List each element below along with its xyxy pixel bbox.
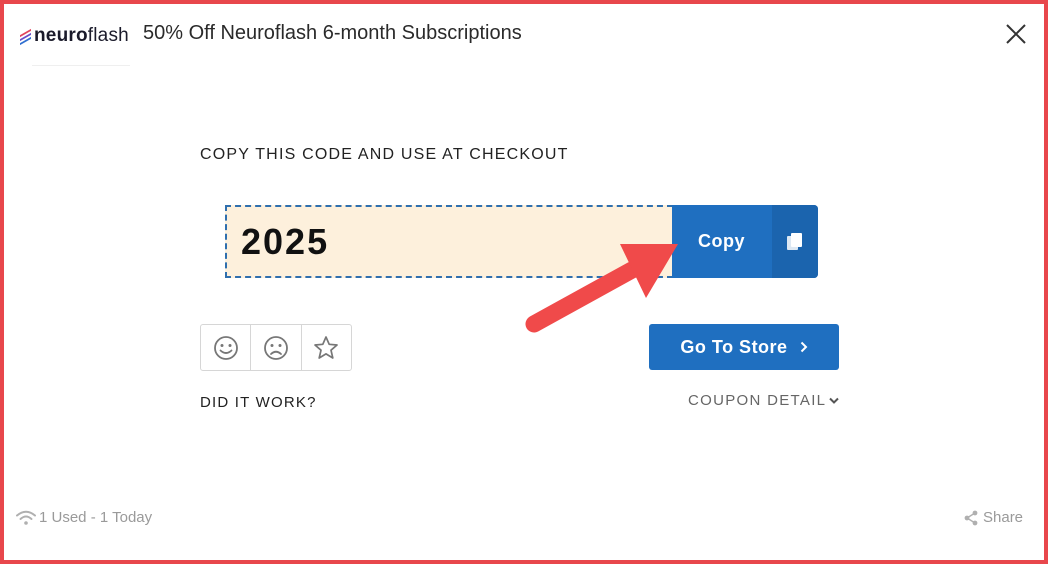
coupon-code-box[interactable]: 2025 [225, 205, 673, 278]
feedback-buttons [200, 324, 352, 371]
did-it-work-label: DID IT WORK? [200, 394, 317, 411]
share-label: Share [983, 509, 1024, 526]
copy-icon-wrap [772, 205, 818, 278]
coupon-code: 2025 [241, 220, 330, 262]
share-icon [964, 510, 978, 526]
share-button[interactable]: Share [964, 509, 1023, 526]
smile-icon [213, 335, 238, 360]
vote-not-works-button[interactable] [251, 325, 302, 370]
logo-mark-icon [20, 28, 32, 46]
coupon-detail-toggle[interactable]: COUPON DETAIL [688, 392, 840, 409]
modal-title: 50% Off Neuroflash 6-month Subscriptions [143, 22, 522, 44]
chevron-down-icon [829, 397, 840, 405]
usage-stats: 1 Used - 1 Today [16, 509, 152, 526]
usage-text: 1 Used - 1 Today [39, 509, 153, 526]
copy-button-label: Copy [698, 231, 745, 251]
copy-instruction: COPY THIS CODE AND USE AT CHECKOUT [200, 146, 569, 163]
favorite-button[interactable] [302, 325, 351, 370]
wifi-icon [16, 510, 36, 526]
close-button[interactable] [1004, 22, 1028, 46]
frown-icon [264, 335, 288, 360]
copy-button[interactable]: Copy [672, 205, 818, 278]
go-to-store-label: Go To Store [680, 336, 788, 357]
screenshot-border [0, 0, 1048, 564]
go-to-store-button[interactable]: Go To Store [649, 324, 839, 370]
logo-text: neuroflash [34, 25, 129, 46]
chevron-right-icon [800, 341, 808, 353]
coupon-detail-label: COUPON DETAIL [688, 392, 827, 409]
brand-logo: neuroflash [20, 22, 129, 50]
star-icon [314, 335, 339, 359]
copy-icon [787, 232, 802, 250]
logo-divider [32, 65, 130, 66]
vote-works-button[interactable] [201, 325, 252, 370]
close-icon [1006, 24, 1026, 44]
